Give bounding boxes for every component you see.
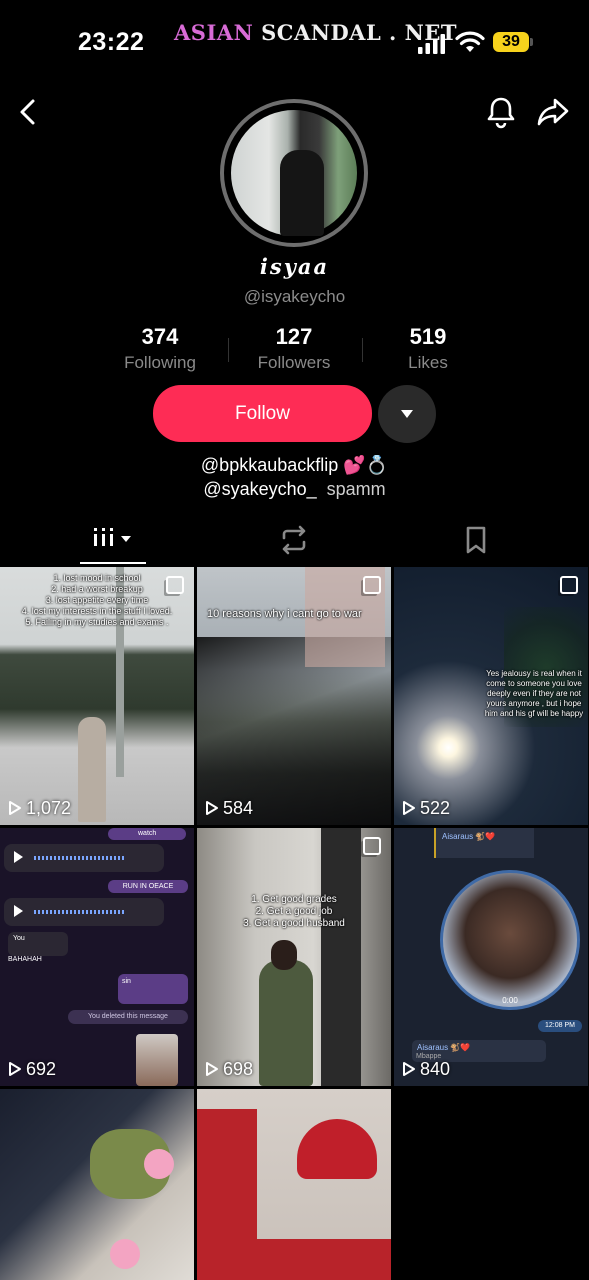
video-thumbnail[interactable] — [197, 1089, 391, 1280]
watermark-part2: SCANDAL — [261, 20, 382, 45]
stat-following-value: 374 — [141, 324, 179, 349]
video-thumbnail[interactable]: Yes jealousy is real when it come to som… — [394, 567, 588, 825]
wifi-icon — [455, 31, 485, 52]
avatar-figure — [280, 150, 324, 236]
voice-message — [4, 898, 164, 926]
red-uniform — [197, 1109, 257, 1280]
doorway — [321, 828, 361, 1086]
multi-photo-icon — [560, 576, 578, 594]
multi-photo-icon — [363, 576, 381, 594]
view-count-value: 692 — [26, 1059, 57, 1079]
waveform — [34, 910, 124, 914]
video-thumbnail[interactable]: 10 reasons why i cant go to war 584 — [197, 567, 391, 825]
figure — [78, 717, 106, 822]
view-count-value: 584 — [223, 798, 254, 818]
watermark: ASIAN SCANDAL . NET — [174, 20, 457, 45]
view-count-value: 522 — [420, 798, 451, 818]
stat-followers-label: Followers — [257, 353, 331, 372]
back-icon[interactable] — [14, 96, 42, 128]
deleted-notice: You deleted this message — [68, 1010, 188, 1024]
view-count: 522 — [402, 798, 450, 819]
share-icon[interactable] — [536, 96, 570, 128]
view-count: 698 — [205, 1059, 253, 1080]
view-count: 584 — [205, 798, 253, 819]
waveform — [34, 856, 124, 860]
bio-text: spamm — [326, 479, 386, 499]
watermark-part1: ASIAN — [174, 20, 254, 45]
video-thumbnail[interactable]: watch RUN IN OEACE You BAHAHAH sin You d… — [0, 828, 194, 1086]
chat-sender: Aisaraus 🐒❤️ — [434, 828, 534, 858]
reply-author: You — [13, 935, 25, 942]
stat-likes-value: 519 — [409, 324, 447, 349]
video-thumbnail[interactable]: 1. Get good grades 2. Get a good job 3. … — [197, 828, 391, 1086]
battery-icon: 39 — [493, 32, 529, 52]
video-note-duration: 0:00 — [502, 996, 518, 1005]
stat-following-label: Following — [124, 353, 196, 372]
multi-photo-icon — [363, 837, 381, 855]
repost-tab-icon[interactable] — [264, 522, 324, 558]
view-count: 1,072 — [8, 798, 71, 819]
red-uniform — [257, 1239, 391, 1280]
bio-handle-link[interactable]: @syakeycho_ — [203, 479, 316, 499]
stat-followers[interactable]: 127 Followers — [224, 324, 364, 373]
bookmark-tab-icon[interactable] — [446, 522, 506, 558]
photo-thumb — [136, 1034, 178, 1086]
play-icon — [14, 851, 26, 863]
video-caption: Yes jealousy is real when it come to som… — [484, 669, 584, 718]
video-thumbnail[interactable] — [0, 1089, 194, 1280]
status-time: 23:22 — [78, 28, 145, 56]
video-caption: 1. Get good grades 2. Get a good job 3. … — [243, 894, 345, 929]
view-count-value: 840 — [420, 1059, 451, 1079]
play-icon — [9, 801, 21, 815]
play-icon — [206, 1062, 218, 1076]
play-icon — [403, 801, 415, 815]
voice-message — [4, 844, 164, 872]
video-note — [440, 870, 580, 1010]
view-count: 840 — [402, 1059, 450, 1080]
play-icon — [206, 801, 218, 815]
active-tab-indicator — [80, 562, 146, 564]
stat-likes-label: Likes — [408, 353, 448, 372]
multi-photo-icon — [166, 576, 184, 594]
suggested-dropdown-button[interactable] — [378, 385, 436, 443]
chat-bubble: sin — [118, 974, 188, 1004]
figure-head — [271, 940, 297, 970]
username: @isyakeycho — [243, 287, 346, 306]
signal-icon — [418, 34, 445, 54]
filter-ear — [110, 1239, 140, 1269]
chat-text: BAHAHAH — [8, 956, 42, 963]
message-time: 12:08 PM — [538, 1020, 582, 1032]
view-count-value: 1,072 — [26, 798, 72, 818]
bell-icon[interactable] — [485, 95, 517, 129]
bio-line-1: @bpkkaubackflip 💕💍 — [200, 455, 389, 475]
play-icon — [14, 905, 26, 917]
videos-tab-icon[interactable] — [86, 522, 146, 558]
stat-likes: 519 Likes — [358, 324, 498, 373]
stat-following[interactable]: 374 Following — [90, 324, 230, 373]
chat-bubble: watch — [108, 828, 186, 840]
chat-bubble: RUN IN OEACE — [108, 880, 188, 893]
battery-tip — [530, 38, 533, 46]
video-caption: 10 reasons why i cant go to war — [207, 608, 362, 620]
filter-ear — [144, 1149, 174, 1179]
view-count: 692 — [8, 1059, 56, 1080]
reply-bubble: You — [8, 932, 68, 956]
bio-line-2: @syakeycho_ spamm — [0, 479, 589, 500]
view-count-value: 698 — [223, 1059, 254, 1079]
red-cap — [297, 1119, 377, 1179]
video-caption: 1. lost mood in school 2. had a worst br… — [21, 573, 173, 627]
stat-followers-value: 127 — [275, 324, 313, 349]
video-thumbnail[interactable]: Aisaraus 🐒❤️ 0:00 12:08 PM Aisaraus 🐒❤️ … — [394, 828, 588, 1086]
play-icon — [9, 1062, 21, 1076]
figure — [259, 960, 313, 1086]
video-thumbnail[interactable]: 1. lost mood in school 2. had a worst br… — [0, 567, 194, 825]
follow-button[interactable]: Follow — [153, 385, 372, 442]
play-icon — [403, 1062, 415, 1076]
display-name: isyaa — [259, 254, 330, 279]
